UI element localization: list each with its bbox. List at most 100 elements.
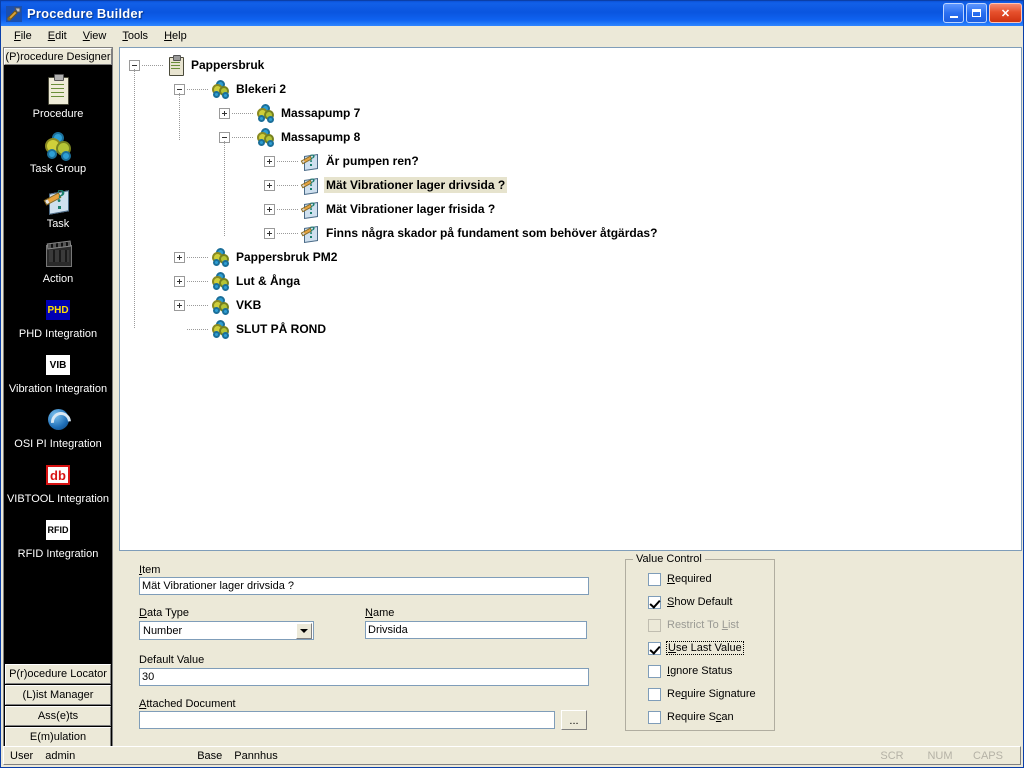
tree-connector-line — [187, 256, 209, 258]
sidebar-header[interactable]: (P)rocedure Designer — [4, 48, 112, 65]
item-properties-form: Item Mät Vibrationer lager drivsida ? Da… — [119, 553, 1022, 745]
tree-node[interactable]: Massapump 8 — [219, 125, 362, 149]
chevron-down-icon[interactable] — [296, 623, 312, 639]
sidebar-item-label: RFID Integration — [17, 548, 99, 560]
maximize-restore-button[interactable] — [966, 3, 987, 23]
sidebar-footer-button-1[interactable]: (L)ist Manager — [5, 685, 111, 705]
db-badge-icon: db — [43, 461, 73, 491]
sidebar-item-task-group[interactable]: Task Group — [4, 131, 112, 175]
sidebar-item-osi-pi-integration[interactable]: OSI PI Integration — [4, 406, 112, 450]
checkbox-box[interactable] — [648, 687, 661, 701]
sidebar-item-phd-integration[interactable]: PHD PHD Integration — [4, 296, 112, 340]
sidebar-item-action[interactable]: Action — [4, 241, 112, 285]
item-input[interactable]: Mät Vibrationer lager drivsida ? — [139, 577, 589, 595]
tree-connector-line — [187, 280, 209, 282]
title-bar: Procedure Builder ✕ — [1, 1, 1023, 26]
tree-connector-line — [187, 328, 209, 330]
checkbox-box[interactable] — [648, 664, 661, 678]
checkbox-label: Require Scan — [667, 711, 734, 723]
menu-tools[interactable]: Tools — [114, 28, 156, 44]
default-value-input[interactable]: 30 — [139, 668, 589, 686]
task-group-gears-icon — [256, 127, 275, 147]
tree-connector-line — [232, 136, 254, 138]
sidebar-item-label: VIBTOOL Integration — [6, 493, 110, 505]
status-indicator-caps: CAPS — [973, 749, 1003, 762]
task-group-gears-icon — [211, 79, 230, 99]
tree-node[interactable]: Lut & Ånga — [174, 269, 302, 293]
checkbox-box[interactable] — [648, 572, 661, 586]
tree-node[interactable]: VKB — [174, 293, 263, 317]
expand-plus-icon[interactable] — [264, 227, 275, 239]
name-input[interactable]: Drivsida — [365, 621, 587, 639]
task-group-gears-icon — [256, 103, 275, 123]
attached-document-input[interactable] — [139, 711, 555, 729]
sidebar-footer-buttons: P(r)ocedure Locator (L)ist Manager Ass(e)t… — [4, 664, 112, 748]
menu-view[interactable]: View — [75, 28, 115, 44]
application-window: Procedure Builder ✕ File Edit View Tools Hel… — [0, 0, 1024, 768]
tree-node[interactable]: SLUT PÅ ROND — [174, 317, 328, 341]
menu-edit[interactable]: Edit — [40, 28, 75, 44]
checkbox-box[interactable] — [648, 641, 661, 655]
expand-plus-icon[interactable] — [174, 299, 185, 311]
expand-plus-icon[interactable] — [264, 155, 275, 167]
name-label: Name — [365, 607, 395, 619]
checkbox-box[interactable] — [648, 710, 661, 724]
sidebar-items: Procedure Task Group ? Task Action PHD PHD Int… — [4, 65, 112, 673]
sidebar-item-label: Vibration Integration — [8, 383, 108, 395]
sidebar-footer-button-0[interactable]: P(r)ocedure Locator — [5, 664, 111, 684]
vib-badge-icon: VIB — [43, 351, 73, 381]
tree-node[interactable]: Pappersbruk PM2 — [174, 245, 339, 269]
menu-help[interactable]: Help — [156, 28, 195, 44]
checkbox-label: Ignore Status — [667, 665, 733, 677]
expand-plus-icon[interactable] — [264, 179, 275, 191]
expand-plus-icon[interactable] — [219, 107, 230, 119]
tree-node[interactable]: ? Mät Vibrationer lager drivsida ? — [264, 173, 508, 197]
expand-plus-icon[interactable] — [174, 275, 185, 287]
tree-node-label: Lut & Ånga — [236, 274, 300, 288]
checkbox-required[interactable]: Required — [648, 572, 712, 586]
task-pencil-question-icon: ? — [300, 152, 320, 171]
checkbox-require-scan[interactable]: Require Scan — [648, 710, 734, 724]
attached-document-label: Attached Document — [139, 698, 236, 710]
checkbox-require-signature[interactable]: Require Signature — [648, 687, 756, 701]
tree-node[interactable]: ? Mät Vibrationer lager frisida ? — [264, 197, 497, 221]
rfid-badge-icon: RFID — [43, 516, 73, 546]
tree-node[interactable]: Massapump 7 — [219, 101, 362, 125]
tree-guide-line — [134, 69, 135, 329]
checkbox-label: Show Default — [667, 596, 733, 608]
tree-node[interactable]: Blekeri 2 — [174, 77, 288, 101]
minimize-button[interactable] — [943, 3, 964, 23]
checkbox-use-last-value[interactable]: Use Last Value — [648, 641, 744, 655]
tree-node-label: Finns några skador på fundament som behö… — [326, 226, 658, 240]
procedure-tree[interactable]: Pappersbruk Blekeri 2 Massapump 7 Massapump… — [119, 47, 1022, 551]
sidebar-item-label: Task Group — [29, 163, 87, 175]
sidebar-item-label: Action — [42, 273, 74, 285]
status-user-value: admin — [45, 749, 76, 762]
expand-plus-icon[interactable] — [264, 203, 275, 215]
close-button[interactable]: ✕ — [989, 3, 1022, 23]
sidebar-item-rfid-integration[interactable]: RFID RFID Integration — [4, 516, 112, 560]
tree-node[interactable]: ? Är pumpen ren? — [264, 149, 421, 173]
menu-file[interactable]: File — [6, 28, 40, 44]
sidebar-item-procedure[interactable]: Procedure — [4, 74, 112, 120]
expand-plus-icon[interactable] — [174, 251, 185, 263]
checkbox-show-default[interactable]: Show Default — [648, 595, 732, 609]
browse-document-button[interactable]: ... — [561, 710, 587, 730]
tree-connector-line — [277, 184, 299, 186]
checkbox-ignore-status[interactable]: Ignore Status — [648, 664, 732, 678]
sidebar-footer-button-2[interactable]: Ass(e)ts — [5, 706, 111, 726]
tree-node[interactable]: Pappersbruk — [129, 53, 266, 77]
sidebar-footer-button-3[interactable]: E(m)ulation — [5, 727, 111, 747]
tree-node-label: Är pumpen ren? — [326, 154, 419, 168]
sidebar-item-vibration-integration[interactable]: VIB Vibration Integration — [4, 351, 112, 395]
data-type-label: Data Type — [139, 607, 189, 619]
sidebar-item-vibtool-integration[interactable]: db VIBTOOL Integration — [4, 461, 112, 505]
tree-node-label: Massapump 7 — [281, 106, 361, 120]
status-indicator-num: NUM — [927, 749, 953, 762]
sidebar-item-task[interactable]: ? Task — [4, 186, 112, 230]
sidebar-item-label: Procedure — [32, 108, 84, 120]
tree-node[interactable]: ? Finns några skador på fundament som beh… — [264, 221, 659, 245]
data-type-select[interactable]: Number — [139, 621, 314, 640]
task-pencil-question-icon: ? — [300, 176, 320, 195]
checkbox-box[interactable] — [648, 595, 661, 609]
